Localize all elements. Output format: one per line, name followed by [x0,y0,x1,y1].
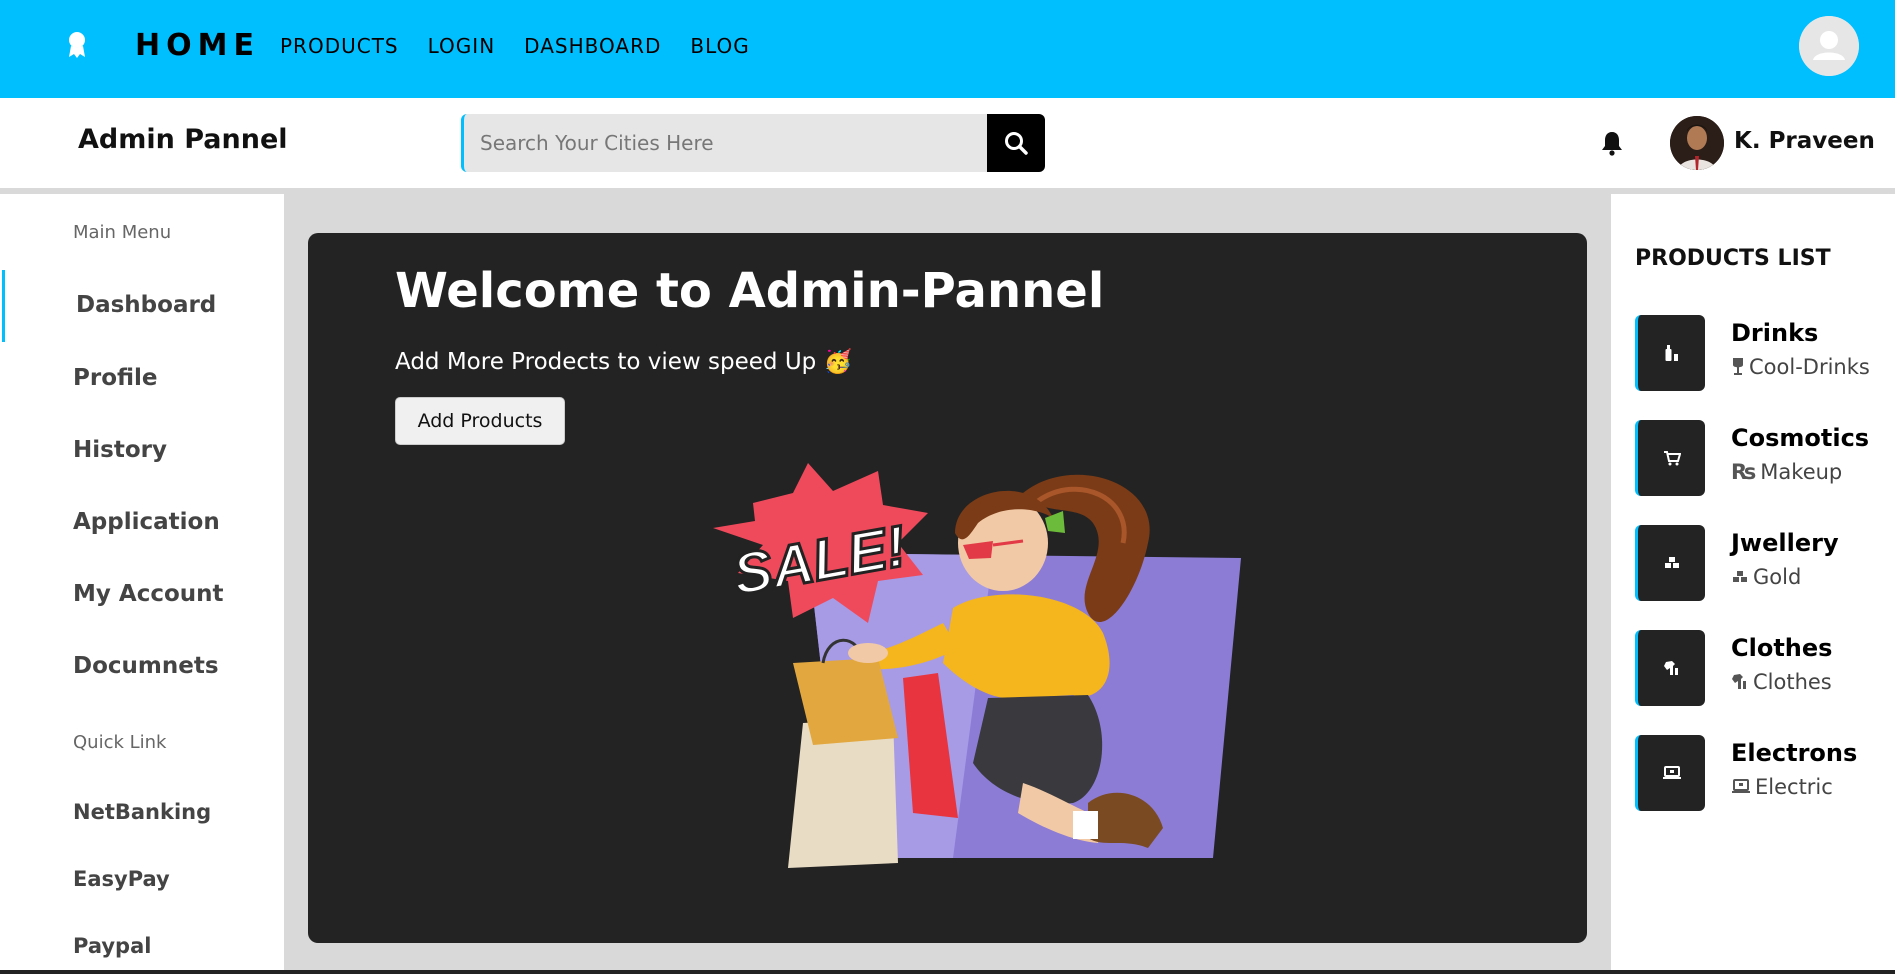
nav-link-blog[interactable]: BLOG [690,34,749,58]
add-products-button[interactable]: Add Products [395,397,565,445]
products-list-title: PRODUCTS LIST [1635,246,1831,271]
rupee-icon: ₨ [1731,460,1757,484]
product-tile [1635,315,1705,391]
shirt-icon [1732,674,1746,689]
quick-link-label: Quick Link [73,732,167,753]
sidebar-item-documents[interactable]: Documnets [73,653,219,679]
sidebar-item-netbanking[interactable]: NetBanking [73,800,211,824]
sidebar-item-profile[interactable]: Profile [73,365,158,391]
bottle-icon [1665,345,1678,361]
product-category-label: Gold [1753,565,1802,589]
sale-shopping-illustration: SALE! [713,463,1241,868]
sidebar: Main Menu Dashboard Profile History Appl… [0,194,284,974]
product-category: Electric [1731,775,1833,799]
sidebar-item-my-account[interactable]: My Account [73,581,224,607]
main-menu-label: Main Menu [73,222,172,243]
product-name: Jwellery [1731,529,1839,557]
search-button[interactable] [987,114,1045,172]
product-tile [1635,630,1705,706]
search-icon [1005,132,1028,155]
nav-link-products[interactable]: PRODUCTS [280,34,399,58]
sidebar-item-paypal[interactable]: Paypal [73,934,151,958]
gold-bars-icon [1664,557,1679,568]
home-link[interactable]: HOME [135,28,260,63]
product-category-label: Makeup [1760,460,1843,484]
product-category: Cool-Drinks [1731,355,1870,379]
welcome-card: Welcome to Admin-Pannel Add More Prodect… [308,233,1587,943]
active-indicator [2,270,5,342]
award-icon[interactable] [66,30,88,60]
product-category-label: Cool-Drinks [1749,355,1870,379]
search-bar [461,114,1045,172]
product-item-clothes[interactable]: Clothes Clothes [1635,630,1895,706]
header-bar: Admin Pannel K. Praveen [0,98,1895,188]
laptop-icon [1732,779,1750,793]
product-item-jwellery[interactable]: Jwellery Gold [1635,525,1895,601]
user-avatar-icon[interactable] [1799,16,1859,76]
products-panel: PRODUCTS LIST Drinks Cool-Drinks Cosmoti… [1611,194,1895,974]
product-category: Clothes [1731,670,1832,694]
welcome-subtitle: Add More Prodects to view speed Up 🥳 [395,349,853,375]
shirt-icon [1663,661,1678,675]
product-category: ₨ Makeup [1731,460,1842,484]
product-tile [1635,525,1705,601]
product-tile [1635,735,1705,811]
bottom-border [0,970,1895,974]
nav-link-dashboard[interactable]: DASHBOARD [524,34,661,58]
sidebar-item-application[interactable]: Application [73,509,220,535]
bell-icon[interactable] [1600,130,1624,156]
product-item-electrons[interactable]: Electrons Electric [1635,735,1895,811]
nav-link-login[interactable]: LOGIN [428,34,496,58]
top-navbar: HOME PRODUCTS LOGIN DASHBOARD BLOG [0,0,1895,98]
avatar[interactable] [1670,116,1724,170]
product-category: Gold [1731,565,1801,589]
sidebar-item-easypay[interactable]: EasyPay [73,867,170,891]
product-name: Electrons [1731,739,1858,767]
sidebar-item-dashboard[interactable]: Dashboard [76,292,216,318]
product-category-label: Electric [1755,775,1833,799]
product-name: Drinks [1731,319,1819,347]
nav-links: PRODUCTS LOGIN DASHBOARD BLOG [280,34,750,58]
user-name[interactable]: K. Praveen [1734,128,1875,154]
product-item-cosmotics[interactable]: Cosmotics ₨ Makeup [1635,420,1895,496]
laptop-icon [1662,766,1681,779]
sidebar-item-history[interactable]: History [73,437,167,463]
product-category-label: Clothes [1753,670,1832,694]
welcome-heading: Welcome to Admin-Pannel [395,263,1105,319]
product-item-drinks[interactable]: Drinks Cool-Drinks [1635,315,1895,391]
search-input[interactable] [461,114,987,172]
product-name: Clothes [1731,634,1833,662]
page-title: Admin Pannel [78,124,288,155]
gold-bars-icon [1733,571,1747,582]
wine-glass-icon [1733,358,1743,375]
product-name: Cosmotics [1731,424,1870,452]
product-tile [1635,420,1705,496]
cart-icon [1663,451,1681,466]
